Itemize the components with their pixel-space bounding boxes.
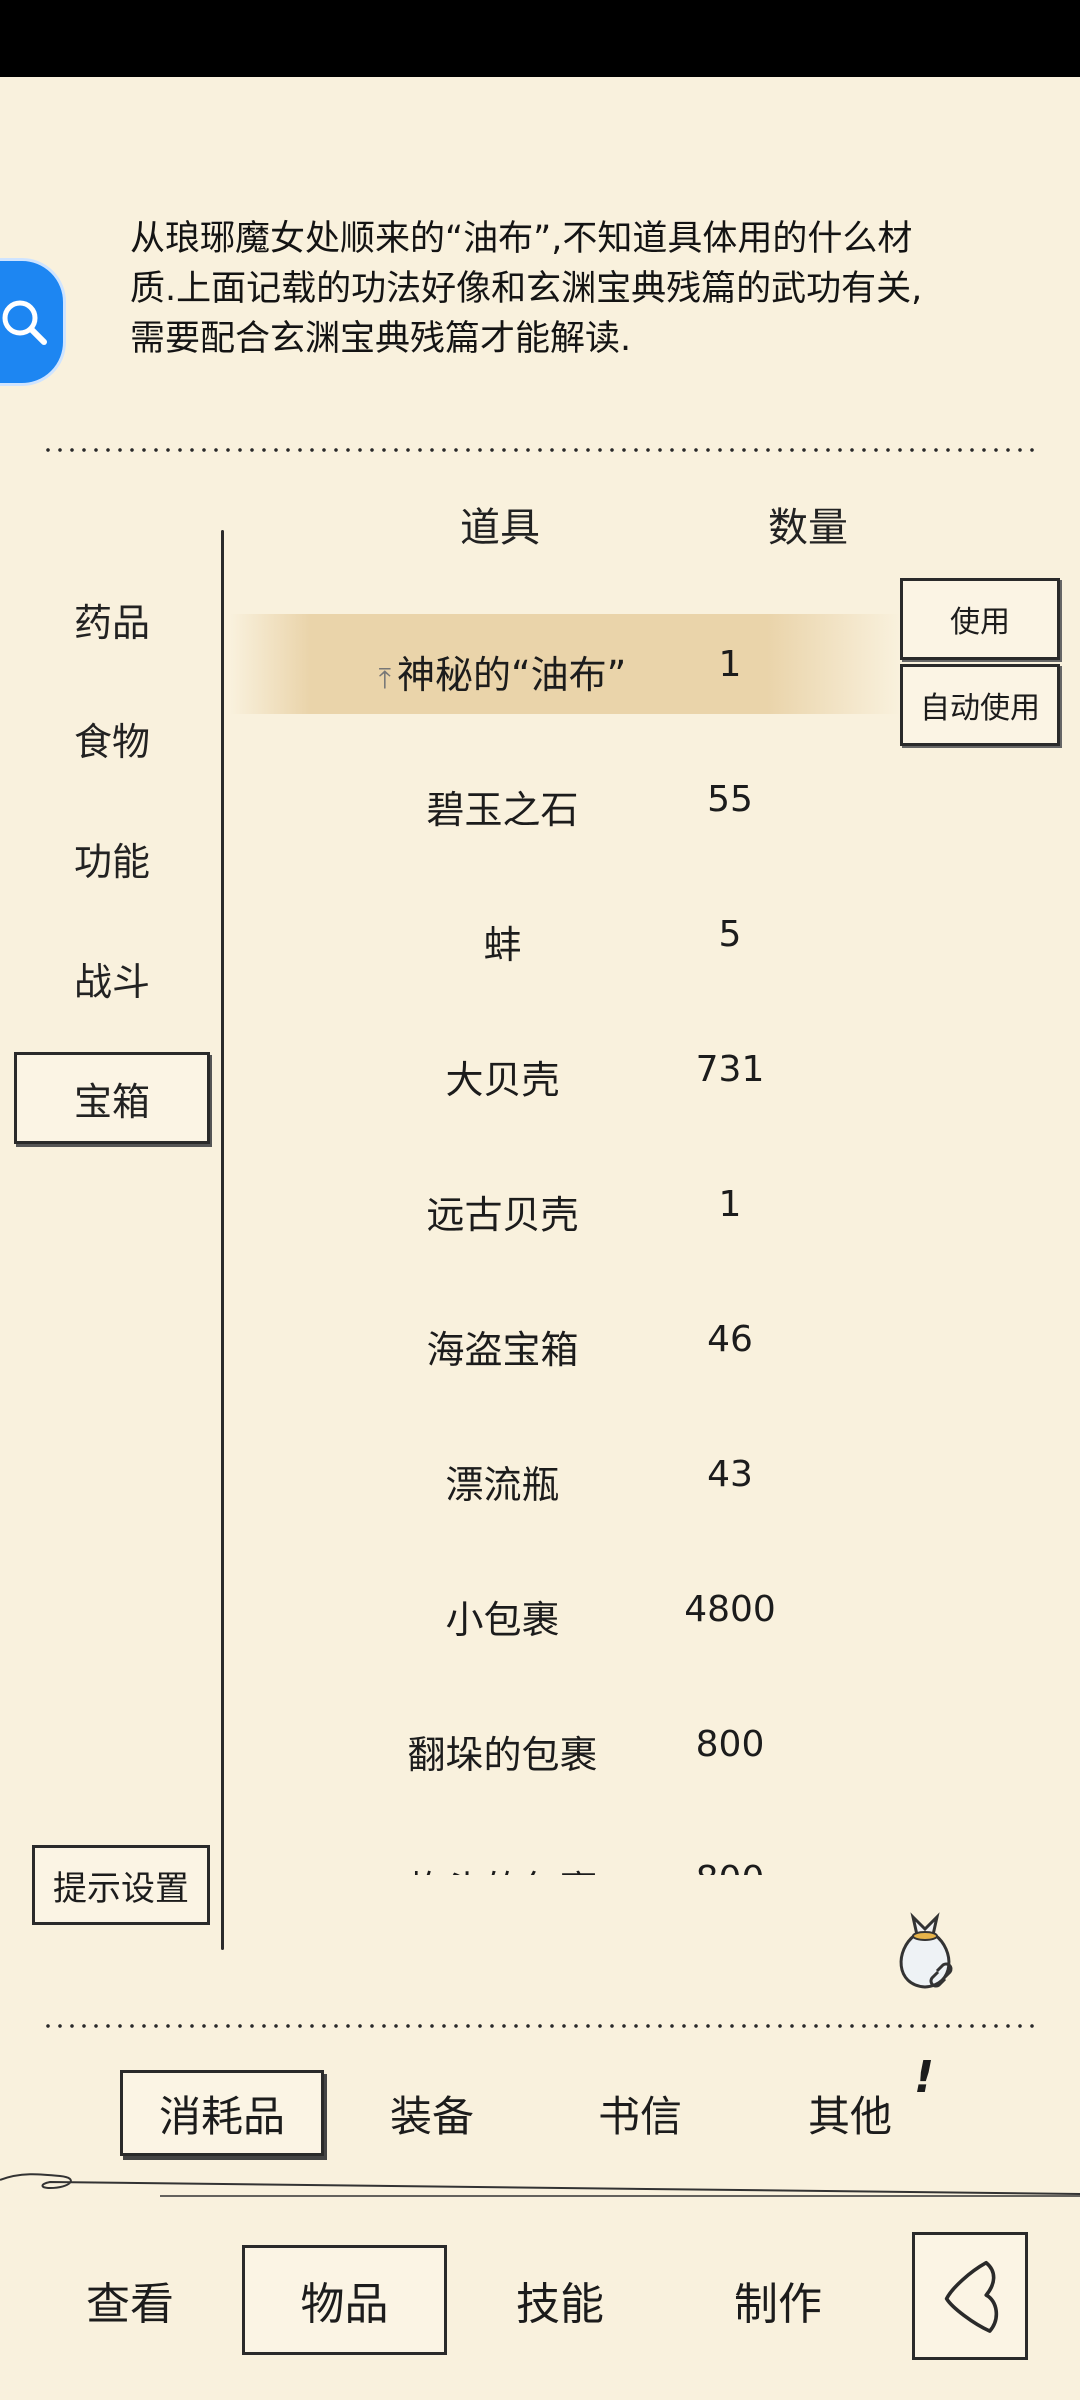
item-qty: 1	[718, 1184, 742, 1225]
item-row[interactable]: 海盗宝箱 46	[230, 1289, 900, 1389]
nav-label: 制作	[734, 2279, 822, 2330]
category-label: 战斗	[73, 959, 150, 1004]
item-row[interactable]: 漂流瓶 43	[230, 1424, 900, 1524]
top-dotted-divider	[42, 446, 1042, 454]
item-qty: 4800	[684, 1589, 776, 1630]
item-qty: 1	[718, 644, 742, 685]
hint-settings-label: 提示设置	[53, 1868, 189, 1909]
item-row[interactable]: 小包裹 4800	[230, 1559, 900, 1659]
item-row[interactable]: 炮头的包裹 800	[230, 1829, 900, 1875]
category-chest[interactable]: 宝箱	[14, 1052, 210, 1144]
category-label: 药品	[73, 600, 150, 645]
category-function[interactable]: 功能	[14, 812, 210, 904]
tab-other[interactable]: 其他	[770, 2070, 930, 2156]
nav-label: 物品	[300, 2279, 389, 2330]
tab-equipment[interactable]: 装备	[352, 2070, 512, 2156]
item-row[interactable]: 大贝壳 731	[230, 1019, 900, 1119]
back-button[interactable]	[912, 2232, 1028, 2360]
item-row[interactable]: 远古贝壳 1	[230, 1154, 900, 1254]
tab-alert-mark: !	[914, 2052, 935, 2103]
auto-use-label: 自动使用	[920, 691, 1040, 726]
item-qty: 5	[718, 914, 742, 955]
category-battle[interactable]: 战斗	[14, 932, 210, 1024]
pin-top-icon[interactable]: ⤒	[379, 662, 391, 696]
tab-label: 消耗品	[158, 2091, 285, 2141]
money-bag-icon[interactable]	[885, 1905, 965, 1995]
wave-divider	[0, 2173, 1080, 2197]
use-label: 使用	[950, 605, 1010, 640]
item-name: 神秘的“油布”	[397, 653, 627, 697]
item-row[interactable]: ⤒ 神秘的“油布” 1	[230, 614, 900, 714]
nav-skills[interactable]: 技能	[490, 2245, 630, 2355]
item-row[interactable]: 翻垛的包裹 800	[230, 1694, 900, 1794]
status-bar	[0, 0, 1080, 77]
item-qty: 43	[707, 1454, 753, 1495]
category-label: 功能	[73, 839, 150, 884]
back-arrow-icon	[944, 2260, 999, 2333]
item-row[interactable]: 蚌 5	[230, 884, 900, 984]
floating-assist-button[interactable]	[0, 258, 66, 386]
column-header-item: 道具	[460, 505, 540, 551]
item-list[interactable]: ⤒ 神秘的“油布” 1 碧玉之石 55 蚌 5 大贝壳 731 远古贝壳 1 海盗…	[230, 600, 900, 1875]
item-description: 从琅琊魔女处顺来的“油布”,不知道具体用的什么材质.上面记载的功法好像和玄渊宝典…	[130, 219, 923, 359]
vertical-divider	[221, 530, 224, 1950]
use-button[interactable]: 使用	[900, 578, 1060, 660]
category-medicine[interactable]: 药品	[14, 573, 210, 665]
hint-settings-button[interactable]: 提示设置	[32, 1845, 210, 1925]
bottom-dotted-divider	[42, 2022, 1042, 2030]
item-qty: 800	[660, 1859, 800, 1875]
category-food[interactable]: 食物	[14, 692, 210, 784]
nav-items[interactable]: 物品	[242, 2245, 447, 2355]
nav-craft[interactable]: 制作	[708, 2245, 848, 2355]
tab-letters[interactable]: 书信	[560, 2070, 720, 2156]
column-header-qty: 数量	[768, 505, 848, 551]
tab-label: 其他	[807, 2091, 892, 2141]
item-qty: 55	[707, 779, 753, 820]
item-qty: 731	[695, 1049, 765, 1090]
tab-consumables[interactable]: 消耗品	[120, 2070, 324, 2156]
category-label: 宝箱	[73, 1079, 150, 1124]
auto-use-button[interactable]: 自动使用	[900, 664, 1060, 746]
tab-label: 书信	[597, 2091, 682, 2141]
nav-label: 查看	[86, 2279, 174, 2330]
nav-view[interactable]: 查看	[60, 2245, 200, 2355]
item-row[interactable]: 碧玉之石 55	[230, 749, 900, 849]
category-label: 食物	[73, 719, 150, 764]
nav-label: 技能	[516, 2279, 604, 2330]
search-assist-icon	[2, 300, 47, 345]
item-qty: 46	[707, 1319, 753, 1360]
tab-label: 装备	[389, 2091, 474, 2141]
item-qty: 800	[695, 1724, 765, 1765]
